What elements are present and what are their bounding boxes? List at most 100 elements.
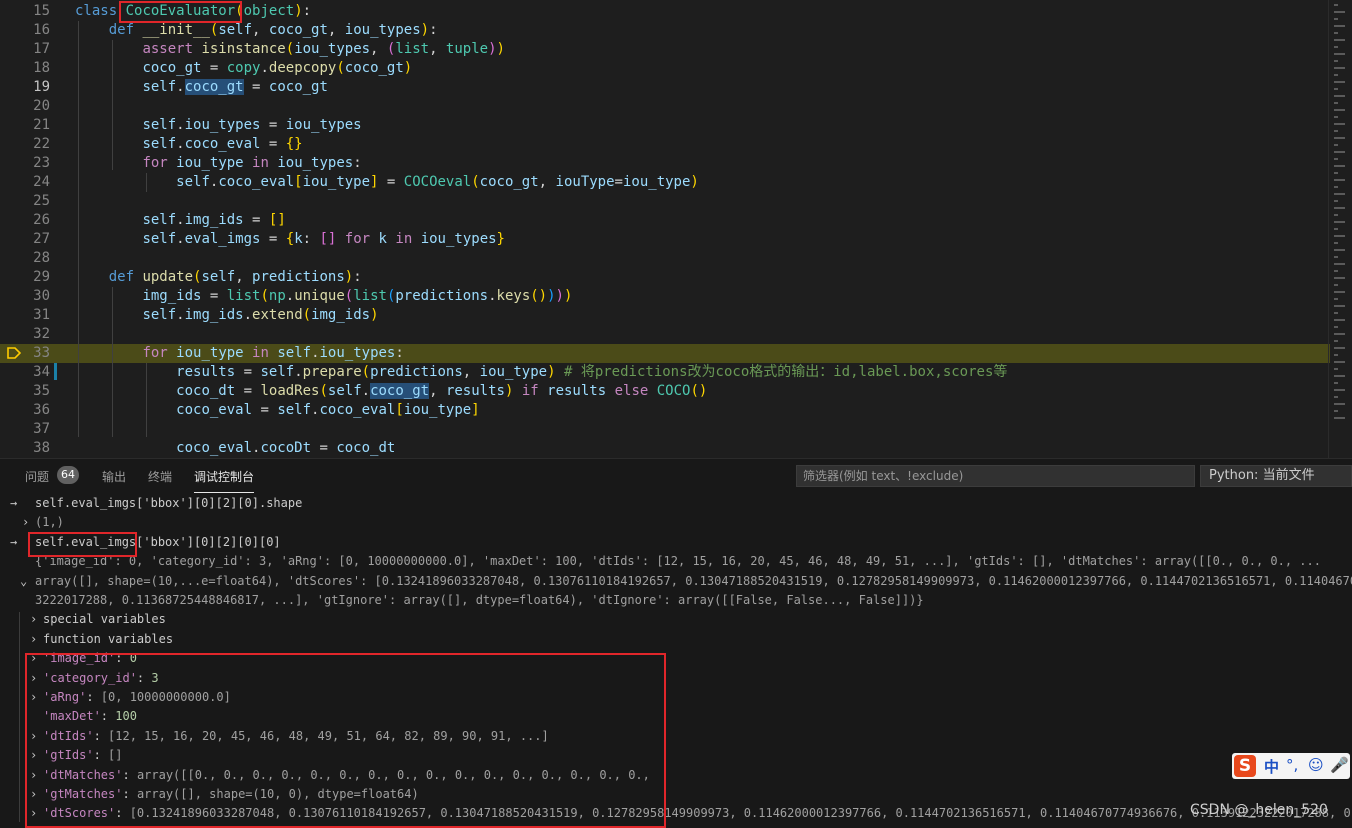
minimap-stroke	[1334, 88, 1338, 90]
code-line[interactable]: 18 coco_gt = copy.deepcopy(coco_gt)	[0, 59, 1330, 78]
code-text: self.coco_eval[iou_type] = COCOeval(coco…	[176, 174, 699, 190]
line-number: 37	[33, 421, 50, 437]
code-text: self.img_ids.extend(img_ids)	[142, 307, 379, 323]
code-line[interactable]: 29 def update(self, predictions):	[0, 268, 1330, 287]
minimap-separator	[1328, 0, 1329, 458]
minimap-stroke	[1334, 137, 1345, 139]
expand-chevron-icon[interactable]: ⌄	[20, 572, 27, 591]
code-text: results = self.prepare(predictions, iou_…	[176, 364, 1008, 380]
minimap-stroke	[1334, 144, 1338, 146]
console-row[interactable]: → self.eval_imgs['bbox'][0][2][0].shape	[0, 494, 1352, 513]
tab-debug-console[interactable]: 调试控制台	[194, 468, 255, 493]
code-text: def __init__(self, coco_gt, iou_types):	[108, 22, 438, 38]
code-line[interactable]: 30 img_ids = list(np.unique(list(predict…	[0, 287, 1330, 306]
minimap-stroke	[1334, 123, 1345, 125]
line-number: 20	[33, 98, 50, 114]
console-row-text: array([], shape=(10,...e=float64), 'dtSc…	[35, 573, 1352, 588]
code-line[interactable]: 17 assert isinstance(iou_types, (list, t…	[0, 40, 1330, 59]
minimap-stroke	[1334, 410, 1338, 412]
gutter-modified-indicator	[54, 363, 57, 380]
minimap-stroke	[1334, 263, 1345, 265]
line-number: 24	[33, 174, 50, 190]
ime-punctuation-icon[interactable]: °,	[1286, 756, 1298, 774]
line-number: 25	[33, 193, 50, 209]
code-line[interactable]: 26 self.img_ids = []	[0, 211, 1330, 230]
minimap-stroke	[1334, 67, 1345, 69]
indent-guide	[112, 287, 113, 437]
console-row[interactable]: {'image_id': 0, 'category_id': 3, 'aRng'…	[0, 552, 1352, 571]
line-number: 16	[33, 22, 50, 38]
indent-guide	[146, 363, 147, 437]
console-row[interactable]: 3222017288, 0.11368725448846817, ...], '…	[0, 591, 1352, 610]
indent-guide	[146, 173, 147, 192]
minimap-stroke	[1334, 375, 1345, 377]
code-line[interactable]: 21 self.iou_types = iou_types	[0, 116, 1330, 135]
line-number: 36	[33, 402, 50, 418]
console-row[interactable]: › (1,)	[0, 513, 1352, 532]
code-text: coco_gt = copy.deepcopy(coco_gt)	[142, 60, 413, 76]
ime-microphone-icon[interactable]: 🎤	[1330, 756, 1349, 774]
console-row[interactable]: › function variables	[0, 630, 1352, 649]
code-line[interactable]: 32	[0, 325, 1330, 344]
code-line[interactable]: 22 self.coco_eval = {}	[0, 135, 1330, 154]
line-number: 33	[33, 345, 50, 361]
input-prompt-icon[interactable]: →	[10, 533, 17, 552]
minimap-stroke	[1334, 60, 1338, 62]
code-line[interactable]: 19 self.coco_gt = coco_gt	[0, 78, 1330, 97]
line-number: 19	[33, 79, 50, 95]
minimap-stroke	[1334, 403, 1345, 405]
minimap-stroke	[1334, 25, 1345, 27]
expand-chevron-icon[interactable]: ›	[30, 610, 37, 629]
tab-output[interactable]: 输出	[102, 468, 126, 485]
code-line[interactable]: 23 for iou_type in iou_types:	[0, 154, 1330, 173]
expand-chevron-icon[interactable]: ›	[22, 513, 29, 532]
console-row[interactable]: → self.eval_imgs['bbox'][0][2][0][0]	[0, 533, 1352, 552]
ime-toolbar[interactable]: S 中 °, ☺ 🎤	[1232, 753, 1350, 779]
console-row[interactable]: › special variables	[0, 610, 1352, 629]
minimap-stroke	[1334, 256, 1338, 258]
line-number: 34	[33, 364, 50, 380]
highlight-box-eval-imgs	[28, 532, 137, 557]
expand-chevron-icon[interactable]: ›	[30, 630, 37, 649]
highlight-box-class-name	[119, 1, 242, 23]
line-number: 15	[33, 3, 50, 19]
input-prompt-icon[interactable]: →	[10, 494, 17, 513]
ime-emoji-icon[interactable]: ☺	[1308, 756, 1324, 774]
console-row-text: (1,)	[35, 515, 64, 530]
python-target-selector[interactable]: Python: 当前文件	[1200, 465, 1352, 487]
console-row[interactable]: ⌄ array([], shape=(10,...e=float64), 'dtS…	[0, 572, 1352, 591]
code-line[interactable]: 16 def __init__(self, coco_gt, iou_types…	[0, 21, 1330, 40]
minimap-stroke	[1334, 235, 1345, 237]
minimap-stroke	[1334, 305, 1345, 307]
code-line[interactable]: 35 coco_dt = loadRes(self.coco_gt, resul…	[0, 382, 1330, 401]
code-text: self.eval_imgs = {k: [] for k in iou_typ…	[142, 231, 505, 247]
code-line[interactable]: 25	[0, 192, 1330, 211]
code-line[interactable]: 36 coco_eval = self.coco_eval[iou_type]	[0, 401, 1330, 420]
minimap-stroke	[1334, 354, 1338, 356]
debug-current-line-arrow-icon[interactable]	[7, 346, 21, 360]
code-editor[interactable]: 15 class CocoEvaluator(object): 16 def __i…	[0, 0, 1352, 458]
code-line[interactable]: 24 self.coco_eval[iou_type] = COCOeval(c…	[0, 173, 1330, 192]
code-line[interactable]: 20	[0, 97, 1330, 116]
minimap-stroke	[1334, 249, 1345, 251]
indent-guide	[78, 21, 79, 437]
code-line[interactable]: 34 results = self.prepare(predictions, i…	[0, 363, 1330, 382]
code-line[interactable]: 33 for iou_type in self.iou_types:	[0, 344, 1330, 363]
minimap-stroke	[1334, 46, 1338, 48]
minimap-stroke	[1334, 291, 1345, 293]
tab-problems[interactable]: 问题	[25, 468, 49, 485]
code-line[interactable]: 37	[0, 420, 1330, 439]
code-line[interactable]: 38 coco_eval.cocoDt = coco_dt	[0, 439, 1330, 458]
code-line[interactable]: 31 self.img_ids.extend(img_ids)	[0, 306, 1330, 325]
ime-mode-indicator[interactable]: 中	[1264, 756, 1279, 777]
minimap-stroke	[1334, 32, 1338, 34]
code-text: self.coco_eval = {}	[142, 136, 303, 152]
code-line[interactable]: 28	[0, 249, 1330, 268]
minimap-stroke	[1334, 277, 1345, 279]
minimap-stroke	[1334, 242, 1338, 244]
console-row-text: special variables	[43, 612, 166, 627]
code-line[interactable]: 27 self.eval_imgs = {k: [] for k in iou_…	[0, 230, 1330, 249]
minimap-stroke	[1334, 81, 1345, 83]
tab-terminal[interactable]: 终端	[148, 468, 172, 485]
console-filter-input[interactable]: 筛选器(例如 text、!exclude)	[796, 465, 1195, 487]
